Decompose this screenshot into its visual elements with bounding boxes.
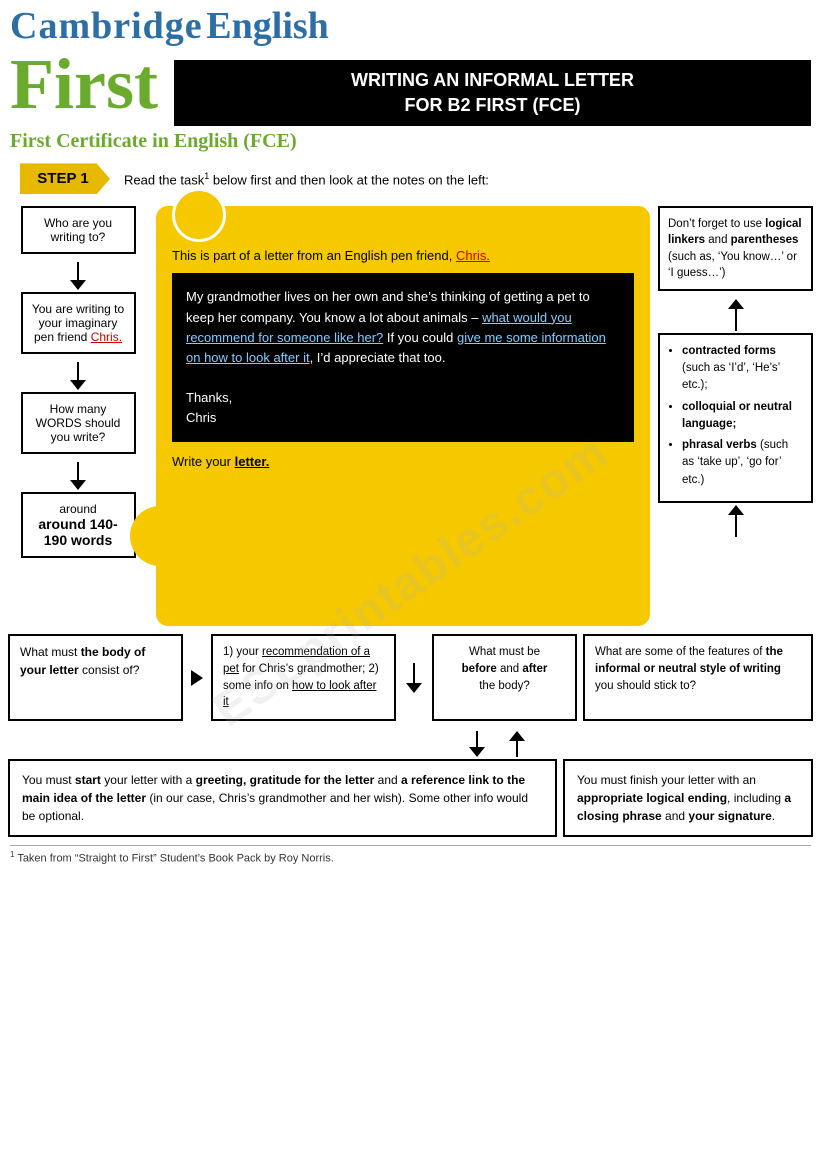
bottom-section: What must the body of your letter consis… xyxy=(0,634,821,837)
arrow-up-2 xyxy=(658,505,813,537)
left-box-words: How many WORDS should you write? xyxy=(21,392,136,454)
arrow-down-1 xyxy=(70,262,86,290)
yellow-circle-left xyxy=(130,506,190,566)
right-box-bottom: contracted forms (such as ‘I’d’, ‘He’s’ … xyxy=(658,333,813,503)
header-title: WRITING AN INFORMAL LETTER FOR B2 FIRST … xyxy=(174,60,811,126)
left-box-chris: You are writing to your imaginary pen fr… xyxy=(21,292,136,354)
arrow-right-1 xyxy=(191,634,203,721)
step-instruction: Read the task1 below first and then look… xyxy=(124,171,489,187)
fce-subtitle: First Certificate in English (FCE) xyxy=(0,126,821,155)
main-area: Who are you writing to? You are writing … xyxy=(0,206,821,626)
right-column: Don’t forget to use logical linkers and … xyxy=(658,206,813,626)
arrow-down-2 xyxy=(70,362,86,390)
yellow-circle-top xyxy=(172,188,226,242)
arrow-down-before xyxy=(469,731,485,757)
bottom-box-style-question: What are some of the features of the inf… xyxy=(583,634,813,721)
arrow-down-mid xyxy=(406,663,422,693)
write-instruction: Write your letter. xyxy=(172,454,634,469)
vb-left-start: You must start your letter with a greeti… xyxy=(8,759,557,837)
step-banner: STEP 1 Read the task1 below first and th… xyxy=(10,159,811,198)
left-box-who: Who are you writing to? xyxy=(21,206,136,254)
bottom-boxes-row: What must the body of your letter consis… xyxy=(8,634,813,721)
letter-intro: This is part of a letter from an English… xyxy=(172,248,634,263)
arrow-up-after xyxy=(509,731,525,757)
left-column: Who are you writing to? You are writing … xyxy=(8,206,148,626)
left-box-word-count: around around 140-190 words xyxy=(21,492,136,558)
footnote: 1 Taken from “Straight to First” Student… xyxy=(10,845,811,865)
right-box-top: Don’t forget to use logical linkers and … xyxy=(658,206,813,290)
vb-right-finish: You must finish your letter with an appr… xyxy=(563,759,813,837)
header-first: First xyxy=(10,48,158,120)
arrow-up-1 xyxy=(658,299,813,331)
very-bottom-row: You must start your letter with a greeti… xyxy=(8,759,813,837)
bottom-box-body-answer: 1) your recommendation of a pet for Chri… xyxy=(211,634,396,721)
header-cambridge-english: Cambridge English xyxy=(10,4,329,48)
bottom-box-before-after: What must be before and after the body? xyxy=(432,634,577,721)
letter-body: My grandmother lives on her own and she’… xyxy=(172,273,634,442)
step-label: STEP 1 xyxy=(20,163,110,194)
arrow-down-3 xyxy=(70,462,86,490)
yellow-card: This is part of a letter from an English… xyxy=(156,206,650,626)
center-column: This is part of a letter from an English… xyxy=(148,206,658,626)
bottom-box-body-question: What must the body of your letter consis… xyxy=(8,634,183,721)
